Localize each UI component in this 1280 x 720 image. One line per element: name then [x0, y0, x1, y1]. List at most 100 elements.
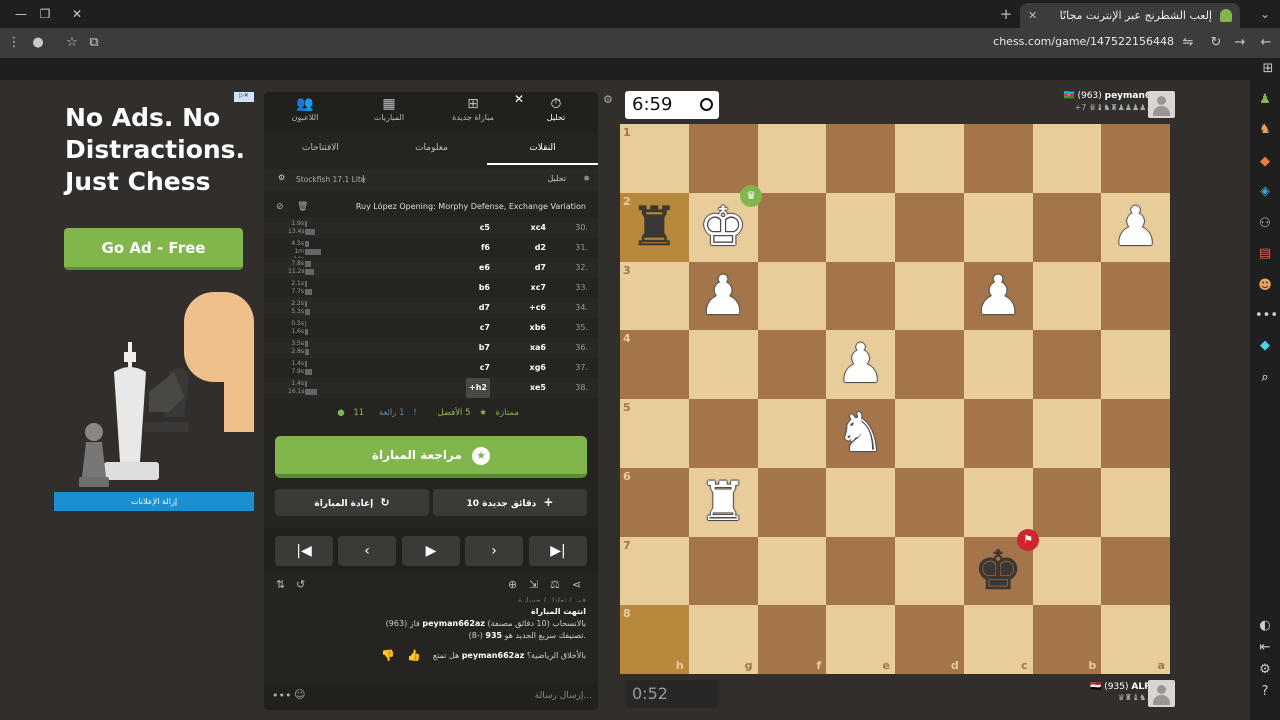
tab-games[interactable]: ▦ المباريات: [354, 96, 424, 122]
analysis-board-icon[interactable]: ⚖: [550, 578, 560, 591]
square-c2[interactable]: [963, 192, 1033, 262]
black-move[interactable]: d7: [479, 298, 490, 318]
square-h8[interactable]: 8h: [620, 605, 689, 674]
square-g1[interactable]: [688, 124, 758, 193]
square-g6[interactable]: ♜: [688, 467, 758, 537]
square-d7[interactable]: [895, 536, 964, 606]
tab-new-game[interactable]: ⊞ مباراة جديدة: [438, 96, 508, 122]
install-app-icon[interactable]: ⧉: [84, 33, 104, 53]
square-d4[interactable]: [895, 330, 964, 399]
square-h2[interactable]: 2 ♜: [620, 192, 689, 262]
ad-choices-icon[interactable]: ▷✕: [234, 92, 254, 102]
square-a1[interactable]: [1101, 124, 1170, 193]
news-icon[interactable]: ▤: [1255, 244, 1275, 264]
first-move-button[interactable]: |◀: [275, 536, 333, 566]
square-f7[interactable]: [757, 536, 827, 606]
square-b5[interactable]: [1032, 399, 1102, 468]
reload-icon[interactable]: ↻: [1206, 33, 1226, 53]
square-a8[interactable]: a: [1101, 605, 1170, 674]
remove-ads-link[interactable]: إزالة الإعلانات: [54, 492, 254, 511]
square-c8[interactable]: c: [963, 605, 1033, 674]
tab-moves[interactable]: النقلات: [487, 135, 598, 165]
square-e1[interactable]: [826, 124, 895, 193]
more-icon[interactable]: •••: [1255, 306, 1278, 326]
square-c3[interactable]: ♟: [963, 261, 1033, 331]
square-e4[interactable]: ♟: [826, 330, 895, 399]
play-icon[interactable]: ♞: [1255, 120, 1275, 140]
black-move[interactable]: b7: [479, 338, 490, 358]
square-d6[interactable]: [895, 467, 964, 537]
white-move[interactable]: xc4: [531, 218, 546, 238]
close-tab-icon[interactable]: ✕: [1028, 3, 1037, 28]
square-f3[interactable]: [757, 261, 827, 331]
black-move[interactable]: +h2: [466, 378, 490, 398]
tab-search-icon[interactable]: ⌄: [1260, 3, 1270, 25]
square-f1[interactable]: [757, 124, 827, 193]
square-a2[interactable]: ♟: [1101, 192, 1170, 262]
square-h1[interactable]: 1: [620, 124, 689, 193]
browser-tab[interactable]: ✕ إلعب الشطرنج عبر الإنترنت مجانًا: [1020, 3, 1240, 28]
white-pawn-icon[interactable]: ♟: [689, 262, 758, 331]
theme-icon[interactable]: ◐: [1255, 616, 1275, 636]
square-f2[interactable]: [757, 192, 827, 262]
square-f5[interactable]: [757, 399, 827, 468]
white-move[interactable]: d7: [535, 258, 546, 278]
square-c4[interactable]: [963, 330, 1033, 399]
white-pawn-icon[interactable]: ♟: [826, 330, 895, 399]
tab-info[interactable]: معلومات: [376, 135, 487, 165]
zoom-icon[interactable]: ⊕: [508, 578, 517, 591]
undo-icon[interactable]: ↺: [296, 578, 305, 591]
square-a4[interactable]: [1101, 330, 1170, 399]
close-window-button[interactable]: ✕: [56, 0, 98, 28]
chat-winner-name[interactable]: peyman662az: [422, 619, 485, 628]
white-pawn-icon[interactable]: ♟: [1101, 193, 1170, 262]
sidebar-settings-icon[interactable]: ⚙: [1255, 660, 1275, 680]
player-avatar[interactable]: [1148, 680, 1175, 707]
black-move[interactable]: b6: [479, 278, 490, 298]
opponent-avatar[interactable]: [1148, 91, 1175, 118]
url-text[interactable]: chess.com/game/147522156448: [993, 35, 1174, 48]
forward-icon[interactable]: →: [1230, 33, 1250, 53]
chess-logo-icon[interactable]: ♟: [1255, 90, 1275, 110]
delete-icon[interactable]: 🗑: [297, 202, 308, 212]
black-move[interactable]: c7: [480, 318, 490, 338]
black-move[interactable]: f6: [481, 238, 490, 258]
square-b6[interactable]: [1032, 467, 1102, 537]
share-icon[interactable]: ⋖: [572, 578, 581, 591]
settings-icon[interactable]: ⚙: [278, 173, 285, 182]
square-a7[interactable]: [1101, 536, 1170, 606]
square-f6[interactable]: [757, 467, 827, 537]
square-e5[interactable]: ♞: [826, 399, 895, 468]
watch-icon[interactable]: ⚇: [1255, 214, 1275, 234]
white-move[interactable]: xc7: [531, 278, 546, 298]
white-knight-icon[interactable]: ♞: [826, 399, 895, 468]
black-move[interactable]: c5: [480, 218, 490, 238]
square-d2[interactable]: [895, 192, 964, 262]
square-b2[interactable]: [1032, 192, 1102, 262]
square-e6[interactable]: [826, 467, 895, 537]
square-b7[interactable]: [1032, 536, 1102, 606]
square-e7[interactable]: [826, 536, 895, 606]
new-tab-button[interactable]: +: [994, 3, 1018, 25]
collapse-icon[interactable]: ⇤: [1255, 638, 1275, 658]
close-icon[interactable]: ✕: [514, 92, 524, 106]
square-e3[interactable]: [826, 261, 895, 331]
board-settings-icon[interactable]: ⚙: [603, 93, 613, 106]
square-b8[interactable]: b: [1032, 605, 1102, 674]
white-rook-icon[interactable]: ♜: [689, 468, 758, 537]
square-g8[interactable]: g: [688, 605, 758, 674]
square-b4[interactable]: [1032, 330, 1102, 399]
game-review-button[interactable]: مراجعة المباراة ★: [275, 436, 587, 478]
square-h6[interactable]: 6: [620, 467, 689, 537]
square-f8[interactable]: f: [757, 605, 827, 674]
white-move[interactable]: xa6: [530, 338, 546, 358]
new-10min-button[interactable]: 10 دقائق جديدة +: [433, 489, 587, 516]
search-icon[interactable]: ⌕: [1255, 368, 1275, 388]
square-b1[interactable]: [1032, 124, 1102, 193]
previous-move-button[interactable]: ‹: [338, 536, 396, 566]
square-h7[interactable]: 7: [620, 536, 689, 606]
bookmark-star-icon[interactable]: ☆: [62, 33, 82, 53]
white-move[interactable]: xb6: [530, 318, 546, 338]
square-d8[interactable]: d: [895, 605, 964, 674]
chess-board[interactable]: 1 2 ♜ ♚ ♟ 3 ♟ ♟ 4 ♟ 5 ♞ 6 ♜ 7 ♚ 8 h g f e d c b a: [620, 124, 1170, 674]
